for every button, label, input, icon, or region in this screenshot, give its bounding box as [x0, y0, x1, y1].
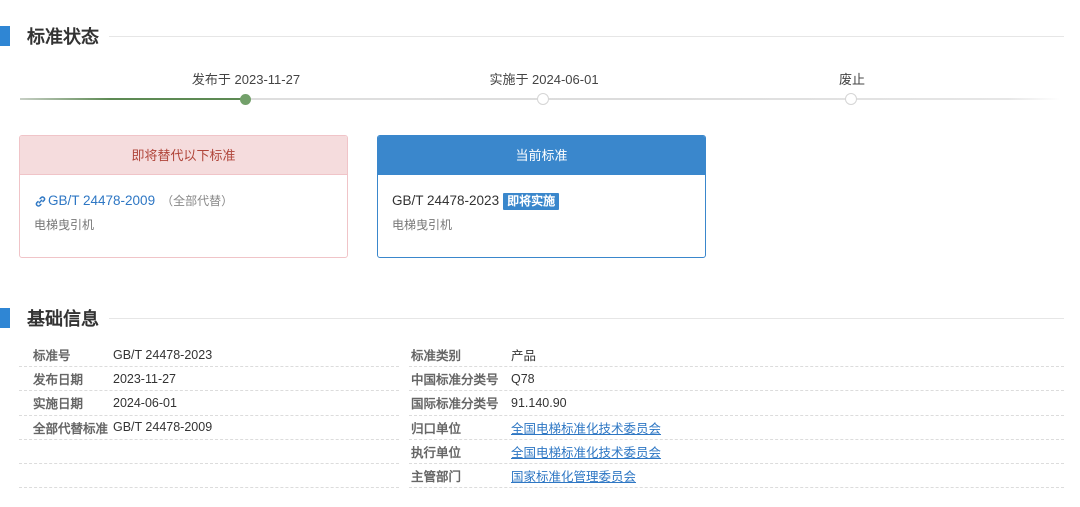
current-standard-code: GB/T 24478-2023 — [392, 193, 500, 208]
info-value: GB/T 24478-2023 — [113, 347, 213, 362]
section-accent-bar — [0, 308, 10, 328]
replace-card-body: GB/T 24478-2009 （全部代替） 电梯曳引机 — [20, 175, 347, 233]
info-cell — [19, 464, 399, 489]
info-row: 标准号 GB/T 24478-2023 标准类别 产品 — [19, 343, 1064, 368]
timeline-step-label: 实施于 2024-06-01 — [489, 72, 599, 87]
timeline-step-published: 发布于 2023-11-27 — [146, 70, 346, 105]
info-row: 发布日期 2023-11-27 中国标准分类号 Q78 — [19, 367, 1064, 392]
info-cell: 主管部门 国家标准化管理委员会 — [409, 464, 1064, 489]
responsible-unit-link[interactable]: 全国电梯标准化技术委员会 — [511, 418, 661, 437]
info-key: 实施日期 — [33, 397, 84, 412]
replaced-standard-link[interactable]: GB/T 24478-2009 — [34, 192, 155, 210]
info-key: 执行单位 — [411, 445, 462, 460]
info-value: 2023-11-27 — [113, 371, 177, 386]
current-card-header: 当前标准 — [378, 136, 705, 175]
info-row: 主管部门 国家标准化管理委员会 — [19, 464, 1064, 489]
info-cell: 国际标准分类号 91.140.90 — [409, 391, 1064, 416]
timeline-step-label: 发布于 2023-11-27 — [191, 72, 301, 87]
info-value: 2024-06-01 — [113, 395, 177, 410]
section-accent-bar — [0, 26, 10, 46]
info-key: 主管部门 — [411, 470, 462, 485]
info-cell: 执行单位 全国电梯标准化技术委员会 — [409, 440, 1064, 464]
current-standard-name: 电梯曳引机 — [392, 218, 453, 232]
info-cell: 标准号 GB/T 24478-2023 — [19, 343, 399, 368]
info-value: 91.140.90 — [511, 395, 567, 410]
current-standard-line: GB/T 24478-2023 即将实施 — [392, 192, 691, 210]
timeline-dot-active — [240, 94, 251, 105]
info-row: 执行单位 全国电梯标准化技术委员会 — [19, 440, 1064, 464]
current-standard-card: 当前标准 GB/T 24478-2023 即将实施 电梯曳引机 — [377, 135, 706, 258]
timeline-step-abolished: 废止 — [752, 70, 952, 105]
link-icon — [35, 195, 46, 207]
info-key: 国际标准分类号 — [411, 397, 499, 412]
info-cell: 发布日期 2023-11-27 — [19, 367, 399, 392]
section-title: 标准状态 — [27, 27, 99, 47]
timeline-step-label: 废止 — [838, 72, 865, 87]
replace-note: （全部代替） — [161, 194, 234, 208]
status-section-header: 标准状态 — [0, 24, 1064, 48]
section-title: 基础信息 — [27, 309, 99, 329]
info-row: 全部代替标准 GB/T 24478-2009 归口单位 全国电梯标准化技术委员会 — [19, 416, 1064, 440]
timeline-progress — [20, 98, 246, 100]
info-key: 全部代替标准 — [33, 421, 109, 436]
info-row: 实施日期 2024-06-01 国际标准分类号 91.140.90 — [19, 391, 1064, 416]
basic-info-table: 标准号 GB/T 24478-2023 标准类别 产品 发布日期 2023-11… — [19, 343, 1064, 489]
info-key: 标准号 — [33, 349, 71, 364]
section-divider — [109, 317, 1064, 319]
timeline-dot — [537, 93, 549, 105]
info-key: 发布日期 — [33, 373, 84, 388]
info-value: 产品 — [511, 349, 537, 364]
section-divider — [109, 35, 1064, 37]
info-value: GB/T 24478-2009 — [113, 420, 213, 435]
replace-card-header: 即将替代以下标准 — [20, 136, 347, 175]
basic-section-header: 基础信息 — [0, 306, 1064, 330]
info-value: Q78 — [511, 371, 535, 386]
replaced-standard-name: 电梯曳引机 — [34, 218, 95, 232]
info-cell: 标准类别 产品 — [409, 343, 1064, 368]
status-badge: 即将实施 — [503, 192, 560, 210]
info-key: 归口单位 — [411, 421, 462, 436]
replace-standard-card: 即将替代以下标准 GB/T 24478-2009 （全部代替） 电梯曳引机 — [19, 135, 348, 258]
info-cell — [19, 440, 399, 464]
competent-department-link[interactable]: 国家标准化管理委员会 — [511, 466, 636, 485]
info-cell: 中国标准分类号 Q78 — [409, 367, 1064, 392]
replaced-standard-line: GB/T 24478-2009 （全部代替） — [34, 192, 333, 210]
replaced-standard-code: GB/T 24478-2009 — [48, 193, 156, 208]
status-timeline: 发布于 2023-11-27 实施于 2024-06-01 废止 — [20, 70, 1060, 110]
info-key: 中国标准分类号 — [411, 373, 499, 388]
timeline-dot — [845, 93, 857, 105]
executing-unit-link[interactable]: 全国电梯标准化技术委员会 — [511, 442, 661, 461]
info-key: 标准类别 — [411, 349, 462, 364]
timeline-step-implemented: 实施于 2024-06-01 — [444, 70, 644, 105]
info-cell: 全部代替标准 GB/T 24478-2009 — [19, 416, 399, 440]
current-card-body: GB/T 24478-2023 即将实施 电梯曳引机 — [378, 175, 705, 233]
info-cell: 实施日期 2024-06-01 — [19, 391, 399, 416]
info-cell: 归口单位 全国电梯标准化技术委员会 — [409, 416, 1064, 440]
